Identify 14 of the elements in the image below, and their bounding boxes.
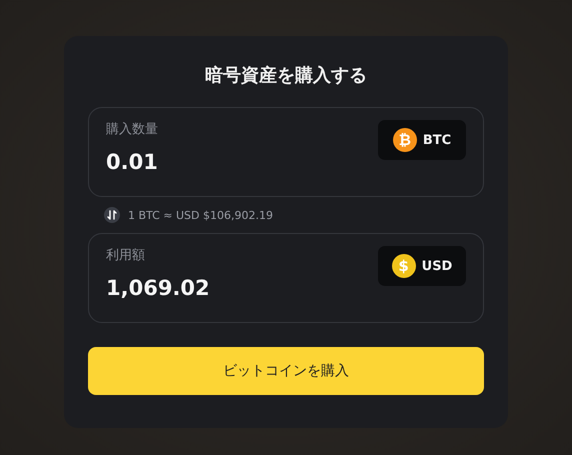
field-value: 1,069.02: [106, 276, 210, 300]
field-label: 利用額: [106, 247, 146, 264]
field-label: 購入数量: [106, 121, 158, 138]
currency-button[interactable]: ₿ BTC: [378, 120, 466, 160]
coin-icon: ₿: [392, 128, 417, 152]
coin-icon: $: [392, 254, 416, 278]
buy-button[interactable]: ビットコインを購入: [88, 347, 484, 395]
currency-button[interactable]: $ USD: [378, 246, 466, 286]
field-value: 0.01: [106, 150, 158, 174]
amount-field[interactable]: 利用額 1,069.02 $ USD: [88, 233, 484, 323]
card-title: 暗号資産を購入する: [204, 64, 368, 87]
amount-field[interactable]: 購入数量 0.01 ₿ BTC: [88, 107, 484, 197]
exchange-rate: 1 BTC ≈ USD $106,902.19: [128, 208, 273, 222]
swap-icon[interactable]: [104, 207, 120, 223]
